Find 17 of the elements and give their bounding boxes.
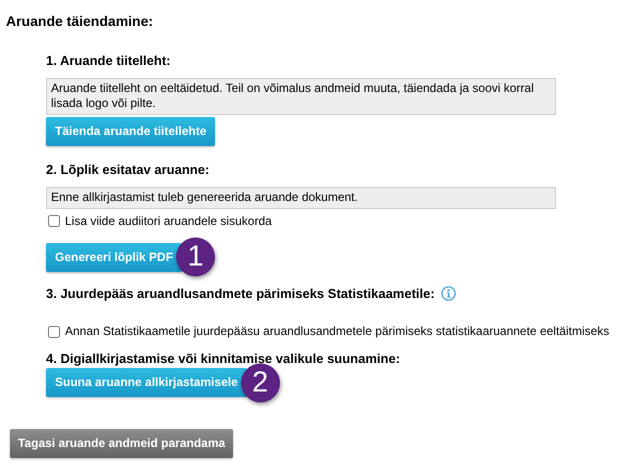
checkbox-label: Annan Statistikaametile juurdepääsu aruandlusandmetele pärimiseks statistikaaruannete eeltäitmiseks: [65, 324, 610, 340]
page-title: Aruande täiendamine:: [6, 13, 154, 30]
checkbox[interactable]: [48, 215, 60, 228]
step-badge: 2: [240, 363, 280, 402]
action-button[interactable]: Genereeri lõplik PDF: [46, 242, 182, 272]
checkbox[interactable]: [48, 326, 60, 338]
action-button[interactable]: Suuna aruanne allkirjastamisele: [46, 368, 247, 398]
section-heading: 2. Lõplik esitatav aruanne:: [46, 162, 210, 178]
section-heading: 1. Aruande tiitelleht:: [46, 52, 170, 69]
info-message: Aruande tiitelleht on eeltäidetud. Teil on võimalus andmeid muuta, täiendada ja soovi korral lisada logo või pilte.: [46, 78, 556, 115]
step-badge: 1: [176, 238, 216, 277]
back-button[interactable]: Tagasi aruande andmeid parandama: [10, 429, 234, 458]
checkbox-label: Lisa viide audiitori aruandele sisukorda: [65, 214, 272, 229]
section-heading: 3. Juurdepääs aruandlusandmete pärimiseks Statistikaametile:: [46, 286, 435, 302]
action-button[interactable]: Täienda aruande tiitellehte: [46, 116, 216, 146]
info-icon[interactable]: [440, 286, 456, 302]
info-message: Enne allkirjastamist tuleb genereerida aruande dokument.: [46, 187, 556, 209]
